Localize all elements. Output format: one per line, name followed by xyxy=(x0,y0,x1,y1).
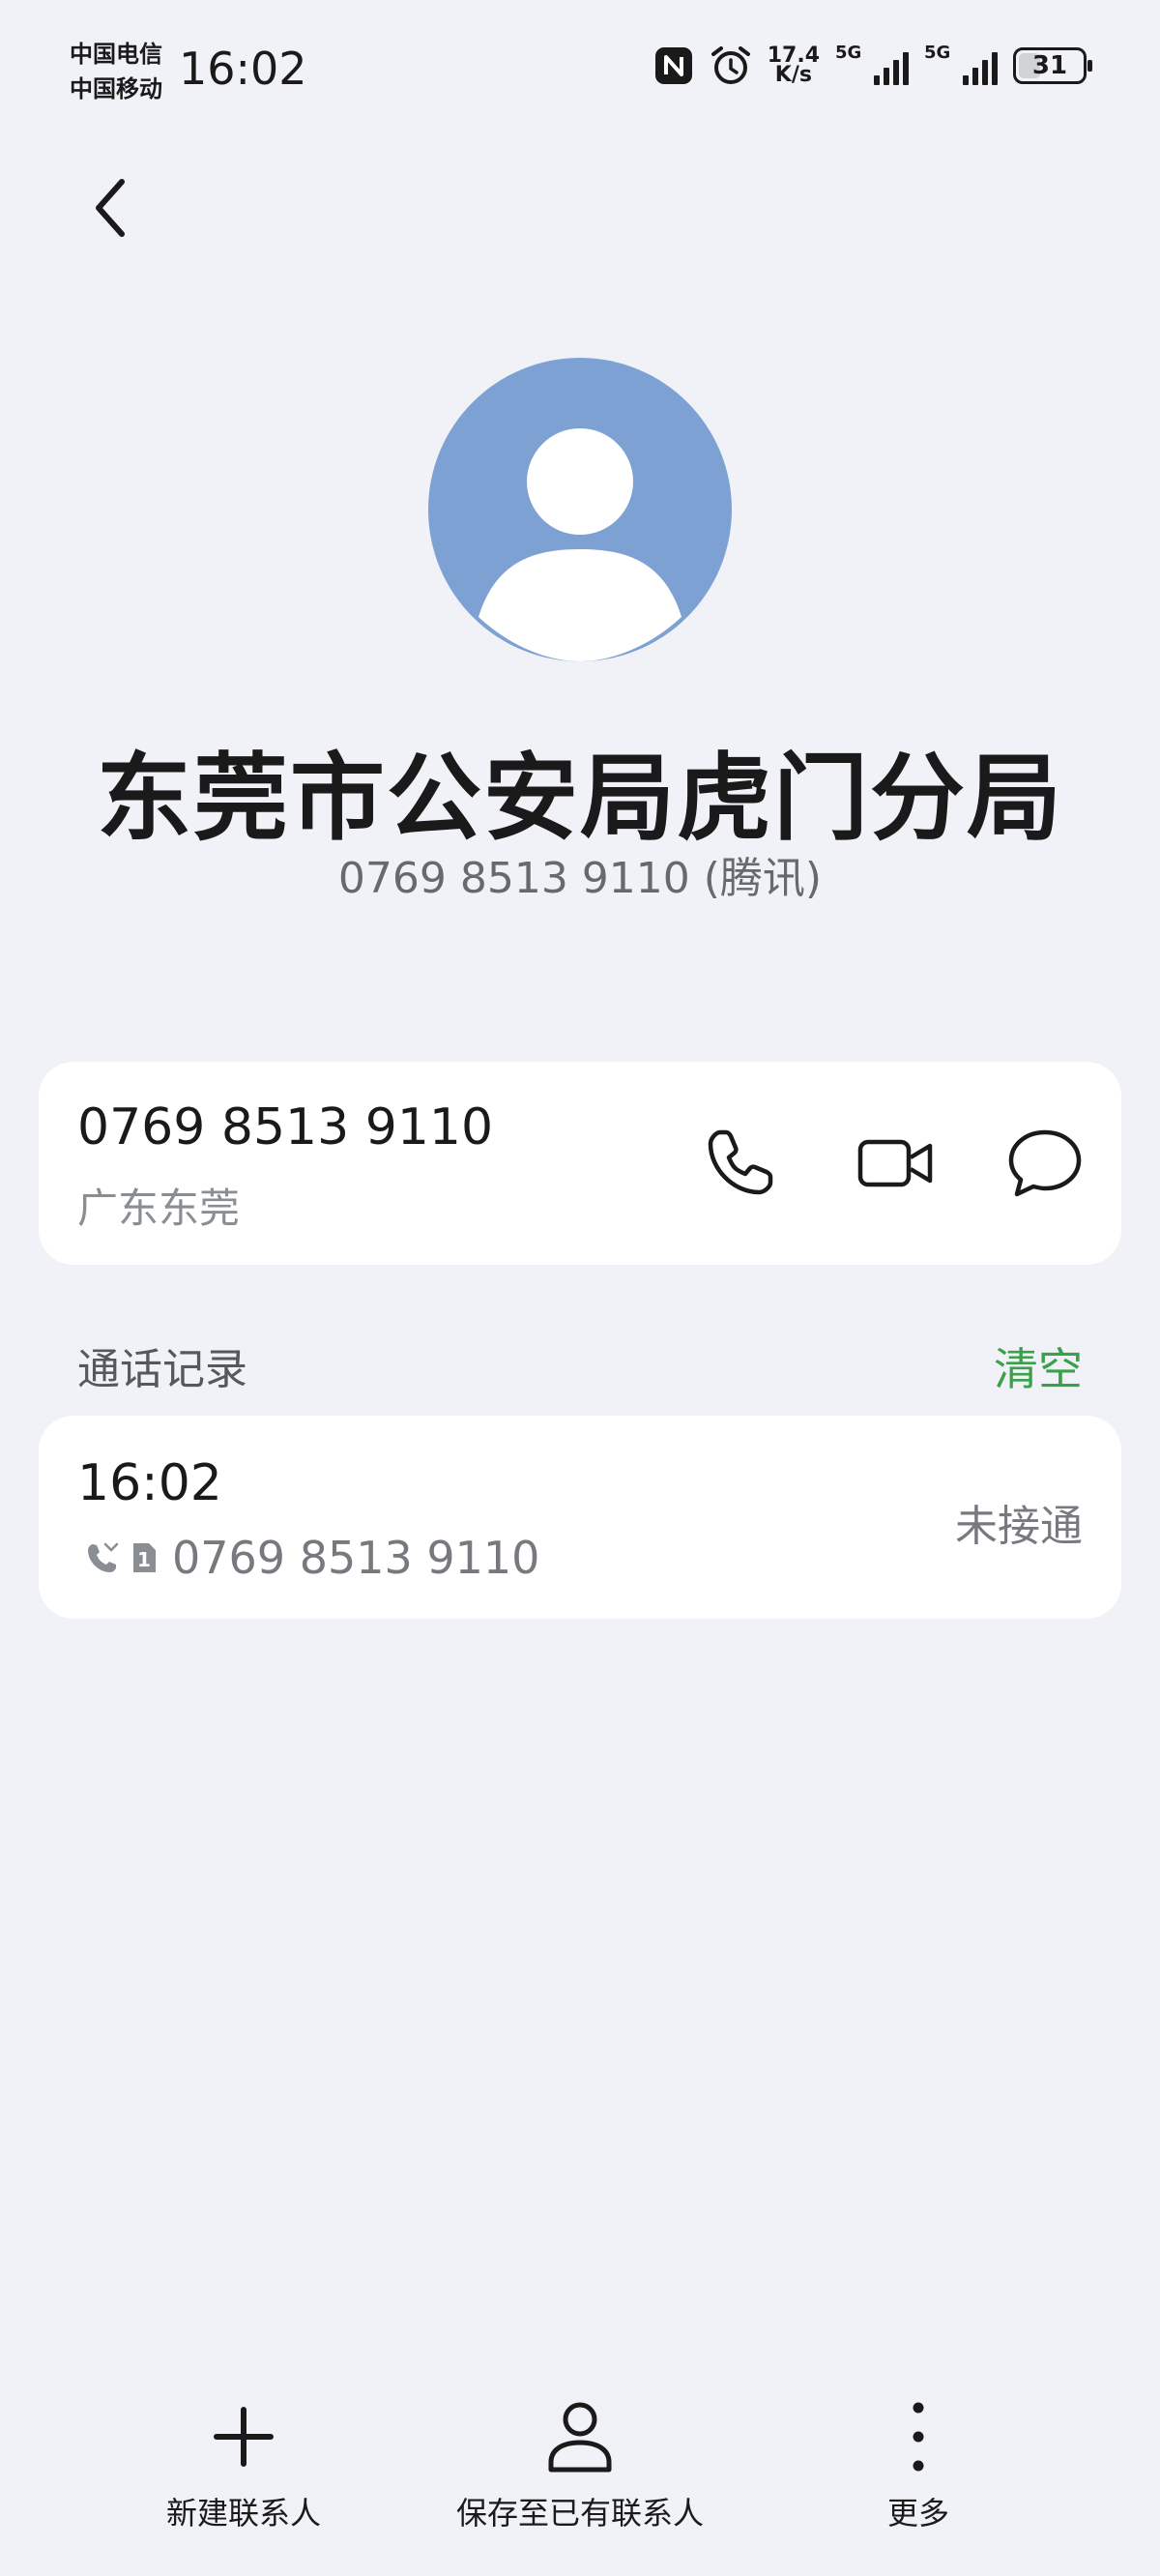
more-button[interactable]: 更多 xyxy=(880,2398,957,2533)
chevron-left-icon xyxy=(96,179,125,237)
bottom-action-bar: 新建联系人 保存至已有联系人 更多 xyxy=(0,2398,1160,2553)
back-button[interactable] xyxy=(75,164,145,251)
person-icon xyxy=(478,428,682,661)
save-to-existing-contact-button[interactable]: 保存至已有联系人 xyxy=(456,2398,704,2533)
phone-number-card[interactable]: 0769 8513 9110 广东东莞 xyxy=(39,1062,1121,1265)
contact-subtitle: 0769 8513 9110 (腾讯) xyxy=(337,854,823,903)
contact-name: 东莞市公安局虎门分局 xyxy=(96,744,1063,854)
carrier-1: 中国电信 xyxy=(70,41,162,68)
message-button[interactable] xyxy=(1001,1120,1088,1207)
call-button[interactable] xyxy=(696,1120,783,1207)
video-call-button[interactable] xyxy=(853,1120,940,1207)
status-bar: 中国电信 中国移动 16:02 17.4 K/s 5G 5G 31 xyxy=(0,0,1160,145)
call-detail: 1 0769 8513 9110 xyxy=(85,1532,539,1584)
alarm-icon xyxy=(710,44,752,87)
plus-icon xyxy=(214,2407,274,2467)
carrier-labels: 中国电信 中国移动 xyxy=(70,37,162,106)
missed-call-icon xyxy=(88,1542,119,1572)
person-outline-icon xyxy=(548,2402,612,2473)
battery-icon: 31 xyxy=(1013,47,1092,84)
new-contact-label: 新建联系人 xyxy=(166,2495,322,2532)
phone-location: 广东东莞 xyxy=(77,1185,241,1232)
more-label: 更多 xyxy=(886,2495,949,2532)
carrier-2: 中国移动 xyxy=(70,75,162,102)
call-log-title: 通话记录 xyxy=(77,1345,247,1394)
video-camera-icon xyxy=(857,1139,933,1187)
call-log-entry[interactable]: 16:02 1 0769 8513 9110 未接通 xyxy=(39,1416,1121,1619)
new-contact-button[interactable]: 新建联系人 xyxy=(166,2398,321,2533)
save-to-existing-label: 保存至已有联系人 xyxy=(456,2495,705,2532)
signal-1-icon: 5G xyxy=(835,43,909,85)
sim-number: 1 xyxy=(137,1548,151,1571)
nfc-icon xyxy=(653,45,694,86)
call-number: 0769 8513 9110 xyxy=(172,1532,540,1584)
status-clock: 16:02 xyxy=(179,43,307,95)
phone-icon xyxy=(708,1129,773,1195)
signal-2-icon: 5G xyxy=(924,43,998,85)
message-bubble-icon xyxy=(1008,1129,1082,1197)
call-time: 16:02 xyxy=(77,1454,222,1512)
call-status: 未接通 xyxy=(955,1502,1083,1551)
sim-card-icon: 1 xyxy=(133,1543,156,1572)
status-icons: 17.4 K/s 5G 5G 31 xyxy=(653,43,1092,87)
clear-call-log-button[interactable]: 清空 xyxy=(994,1334,1083,1398)
more-vertical-icon xyxy=(913,2402,924,2472)
network-speed: 17.4 K/s xyxy=(767,44,820,87)
phone-number: 0769 8513 9110 xyxy=(77,1098,494,1156)
avatar xyxy=(428,358,732,661)
